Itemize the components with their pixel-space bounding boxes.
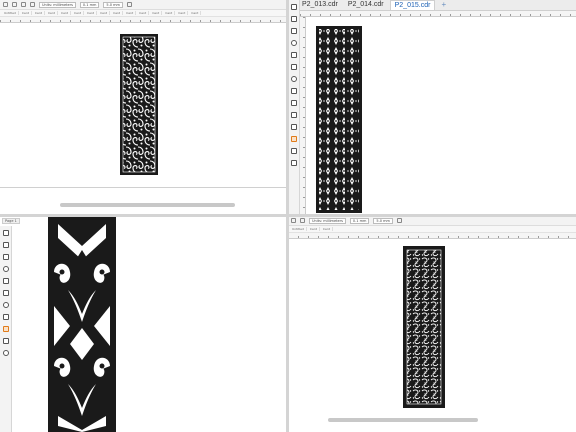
transform-icon[interactable] bbox=[300, 218, 305, 223]
parallel-dimension-icon[interactable] bbox=[290, 112, 297, 118]
page-tab[interactable]: Page 1 bbox=[2, 218, 20, 224]
document-palette: Untitled Cent Cent bbox=[288, 226, 576, 233]
vertical-ruler[interactable] bbox=[300, 17, 306, 216]
doc-item[interactable]: Cent bbox=[98, 11, 111, 15]
crop-tool-icon[interactable] bbox=[290, 28, 297, 34]
pick-tool-icon[interactable] bbox=[3, 2, 8, 7]
crop-tool-icon[interactable] bbox=[2, 254, 9, 260]
drop-shadow-icon[interactable] bbox=[290, 136, 297, 142]
pick-tool-icon[interactable] bbox=[2, 230, 9, 236]
toolbox bbox=[0, 226, 12, 432]
doc-item[interactable]: Cent bbox=[321, 227, 333, 231]
duplicate-distance-field[interactable]: 5.0 mm bbox=[373, 217, 393, 224]
zoom-tool-icon[interactable] bbox=[2, 266, 9, 272]
doc-item[interactable]: Cent bbox=[189, 11, 202, 15]
horizontal-scrollbar[interactable] bbox=[328, 418, 478, 422]
page-border bbox=[0, 187, 286, 188]
tab-document-active[interactable]: P2_015.cdr bbox=[389, 0, 436, 10]
tab-document[interactable]: P2_014.cdr bbox=[344, 0, 388, 10]
doc-item[interactable]: Untitled bbox=[2, 11, 19, 15]
polygon-tool-icon[interactable] bbox=[290, 88, 297, 94]
doc-item[interactable]: Cent bbox=[163, 11, 176, 15]
horizontal-scrollbar[interactable] bbox=[60, 203, 235, 207]
toolbox bbox=[288, 0, 300, 216]
doc-item[interactable]: Cent bbox=[20, 11, 32, 15]
options-icon[interactable] bbox=[126, 2, 132, 7]
doc-item[interactable]: Cent bbox=[111, 11, 124, 15]
new-tab-button[interactable]: + bbox=[437, 0, 450, 10]
zoomed-panel-artwork[interactable] bbox=[48, 216, 116, 432]
tab-document[interactable]: P2_013.cdr bbox=[298, 0, 342, 10]
doc-item[interactable]: Cent bbox=[308, 227, 320, 231]
doc-item[interactable]: Cent bbox=[150, 11, 163, 15]
shape-tool-icon[interactable] bbox=[290, 16, 297, 22]
mirror-icon[interactable] bbox=[21, 2, 26, 7]
horizontal-ruler[interactable] bbox=[0, 17, 288, 23]
window-top-right: P2_013.cdr P2_014.cdr P2_015.cdr + bbox=[288, 0, 576, 216]
decorative-panel-artwork[interactable] bbox=[316, 26, 362, 213]
decorative-panel-artwork[interactable] bbox=[403, 246, 445, 408]
window-top-left: Units: millimeters 0.1 mm 5.0 mm Untitle… bbox=[0, 0, 288, 216]
options-icon[interactable] bbox=[396, 218, 402, 223]
zoom-tool-icon[interactable] bbox=[290, 40, 297, 46]
text-tool-icon[interactable] bbox=[2, 314, 9, 320]
freehand-tool-icon[interactable] bbox=[2, 278, 9, 284]
connector-icon[interactable] bbox=[290, 124, 297, 130]
nudge-field[interactable]: 0.1 mm bbox=[349, 217, 370, 224]
rectangle-tool-icon[interactable] bbox=[2, 290, 9, 296]
rectangle-tool-icon[interactable] bbox=[290, 64, 297, 70]
doc-item[interactable]: Cent bbox=[176, 11, 189, 15]
transparency-icon[interactable] bbox=[2, 338, 9, 344]
shape-tool-icon[interactable] bbox=[2, 242, 9, 248]
doc-item[interactable]: Cent bbox=[33, 11, 45, 15]
units-select[interactable]: Units: millimeters bbox=[309, 217, 346, 224]
doc-item[interactable]: Cent bbox=[59, 11, 71, 15]
doc-item[interactable]: Cent bbox=[137, 11, 150, 15]
eyedropper-icon[interactable] bbox=[290, 160, 297, 166]
horizontal-ruler[interactable] bbox=[288, 233, 576, 239]
window-bottom-right: Units: millimeters 0.1 mm 5.0 mm Untitle… bbox=[288, 216, 576, 432]
ellipse-tool-icon[interactable] bbox=[290, 76, 297, 82]
nudge-field[interactable]: 0.1 mm bbox=[79, 1, 100, 8]
duplicate-distance-field[interactable]: 5.0 mm bbox=[103, 1, 123, 8]
horizontal-ruler[interactable] bbox=[300, 11, 576, 17]
text-tool-icon[interactable] bbox=[290, 100, 297, 106]
pick-tool-icon[interactable] bbox=[290, 4, 297, 10]
drop-shadow-icon[interactable] bbox=[2, 326, 9, 332]
document-palette: Untitled Cent Cent Cent Cent Cent Cent C… bbox=[0, 10, 288, 17]
decorative-panel-artwork[interactable] bbox=[120, 34, 158, 175]
doc-item[interactable]: Cent bbox=[46, 11, 58, 15]
transform-icon[interactable] bbox=[12, 2, 17, 7]
window-bottom-left: Page 1 bbox=[0, 216, 288, 432]
property-bar: Units: millimeters 0.1 mm 5.0 mm bbox=[288, 216, 576, 226]
window-splitter-horizontal[interactable] bbox=[0, 214, 576, 217]
doc-item[interactable]: Cent bbox=[85, 11, 98, 15]
fill-icon[interactable] bbox=[2, 350, 9, 356]
pick-tool-icon[interactable] bbox=[291, 218, 296, 223]
wrap-icon[interactable] bbox=[30, 2, 35, 7]
transparency-icon[interactable] bbox=[290, 148, 297, 154]
ellipse-tool-icon[interactable] bbox=[2, 302, 9, 308]
property-bar: Units: millimeters 0.1 mm 5.0 mm bbox=[0, 0, 288, 10]
doc-item[interactable]: Cent bbox=[124, 11, 137, 15]
units-select[interactable]: Units: millimeters bbox=[39, 1, 76, 8]
doc-item[interactable]: Untitled bbox=[290, 227, 307, 231]
doc-item[interactable]: Cent bbox=[72, 11, 85, 15]
document-tabs: P2_013.cdr P2_014.cdr P2_015.cdr + bbox=[288, 0, 576, 11]
freehand-tool-icon[interactable] bbox=[290, 52, 297, 58]
